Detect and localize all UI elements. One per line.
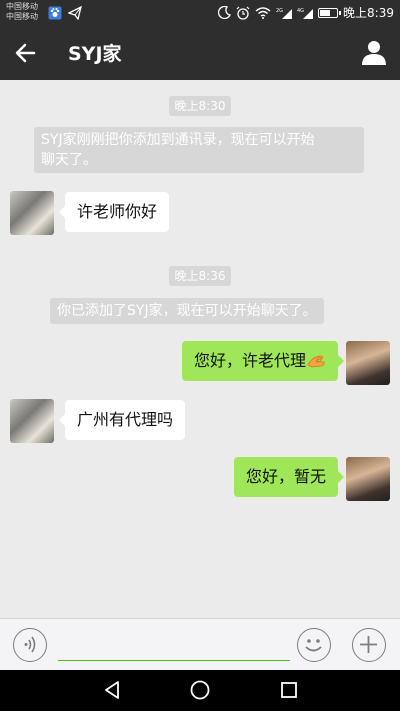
emoji-icon [305, 639, 322, 652]
more-button[interactable] [352, 628, 386, 662]
arrow-left-icon [15, 43, 36, 63]
system-nav-bar [0, 670, 400, 711]
nav-recents-button[interactable] [277, 678, 301, 702]
ok-hand-icon [306, 353, 326, 369]
triangle-back-icon [105, 681, 119, 699]
carrier-2: 中国移动 [6, 12, 38, 21]
wifi-icon [255, 6, 271, 19]
timestamp: 晚上8:36 [0, 265, 400, 286]
contact-avatar[interactable] [10, 399, 54, 443]
alarm-icon [236, 6, 250, 20]
svg-text:4G: 4G [297, 8, 304, 14]
sent-message[interactable]: 您好，暂无 [233, 457, 345, 497]
square-recents-icon [281, 682, 297, 698]
sent-message[interactable]: 您好，许老代理 [181, 341, 345, 381]
message-list[interactable]: 晚上8:30 SYJ家刚刚把你添加到通讯录，现在可以开始 聊天了。 许老师你好 … [0, 80, 400, 618]
carrier-1: 中国移动 [6, 2, 38, 11]
baidu-paw-icon [48, 6, 62, 20]
notification-icons [48, 6, 82, 20]
input-bar [0, 618, 400, 670]
emoji-button[interactable] [297, 628, 331, 662]
status-time: 晚上8:39 [343, 6, 394, 20]
contact-avatar[interactable] [10, 191, 54, 235]
my-avatar[interactable] [346, 457, 390, 501]
received-message[interactable]: 许老师你好 [58, 192, 170, 232]
back-button[interactable] [12, 39, 42, 67]
chat-title: SYJ家 [68, 43, 122, 65]
system-message: 你已添加了SYJ家，现在可以开始聊天了。 [50, 298, 324, 324]
signal-2g-icon: 2G [276, 7, 293, 19]
carrier-info: 中国移动 中国移动 [6, 2, 38, 22]
nav-back-button[interactable] [100, 678, 124, 702]
my-avatar[interactable] [346, 341, 390, 385]
system-message: SYJ家刚刚把你添加到通讯录，现在可以开始 聊天了。 [34, 127, 364, 173]
paper-plane-icon [68, 6, 82, 20]
status-right: 2G 4G 晚上8:39 [218, 4, 394, 21]
voice-icon [24, 636, 36, 653]
message-input[interactable] [58, 631, 290, 661]
timestamp: 晚上8:30 [0, 95, 400, 116]
battery-icon [318, 7, 342, 18]
circle-home-icon [190, 680, 210, 700]
plus-icon [360, 636, 377, 653]
voice-button[interactable] [13, 628, 47, 662]
person-icon [362, 41, 386, 65]
chat-info-button[interactable] [360, 38, 388, 66]
chat-header: SYJ家 [0, 26, 400, 80]
signal-4g-icon: 4G [297, 7, 314, 19]
received-message[interactable]: 广州有代理吗 [58, 400, 186, 440]
svg-text:2G: 2G [276, 8, 283, 14]
moon-icon [218, 6, 231, 19]
battery-fill [320, 9, 331, 16]
status-bar: 中国移动 中国移动 2G 4G 晚上8:39 [0, 0, 400, 26]
nav-home-button[interactable] [188, 678, 212, 702]
